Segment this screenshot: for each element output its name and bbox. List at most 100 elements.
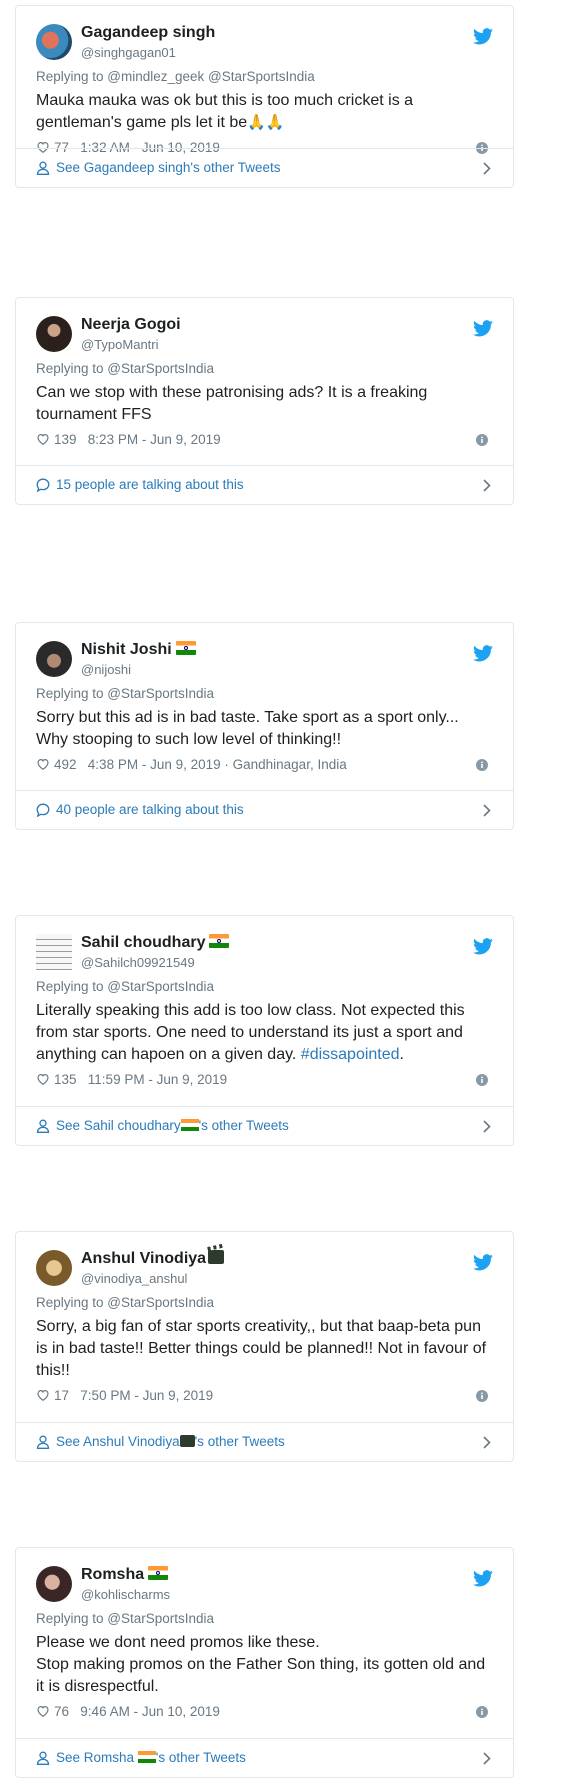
tweet-text: Can we stop with these patronising ads? … (36, 384, 428, 423)
footer-label: 40 people are talking about this (56, 802, 244, 817)
mention-link[interactable]: @mindlez_geek @StarSportsIndia (107, 69, 315, 84)
timestamp[interactable]: 9:46 AM - Jun 10, 2019 (80, 1704, 220, 1719)
india-flag-emoji (175, 641, 196, 655)
author-handle[interactable]: @vinodiya_anshul (81, 1271, 187, 1286)
replying-to: Replying to @StarSportsIndia (36, 979, 215, 994)
person-icon (36, 161, 50, 175)
heart-icon[interactable] (36, 757, 50, 771)
twitter-bird-icon[interactable] (473, 1254, 493, 1271)
author-name[interactable]: Anshul Vinodiya (81, 1250, 225, 1268)
replying-to: Replying to @mindlez_geek @StarSportsInd… (36, 69, 315, 84)
twitter-bird-icon[interactable] (473, 645, 493, 662)
tweet-meta: 135 11:59 PM - Jun 9, 2019 (36, 1068, 493, 1092)
avatar[interactable] (36, 1566, 72, 1602)
avatar[interactable] (36, 316, 72, 352)
chevron-right-icon (483, 1120, 491, 1133)
timestamp[interactable]: 7:50 PM - Jun 9, 2019 (80, 1388, 213, 1403)
footer-label: See Gagandeep singh's other Tweets (56, 160, 281, 175)
author-handle[interactable]: @singhgagan01 (81, 45, 176, 60)
twitter-bird-icon[interactable] (473, 28, 493, 45)
person-icon (36, 1119, 50, 1133)
see-other-tweets-link[interactable]: See Gagandeep singh's other Tweets (16, 148, 513, 187)
folded-hands-emoji: 🙏🙏 (247, 114, 285, 131)
author-handle[interactable]: @kohlischarms (81, 1587, 170, 1602)
footer-label: See Anshul Vinodiya's other Tweets (56, 1434, 285, 1449)
like-count: 17 (54, 1388, 70, 1403)
info-icon[interactable] (476, 759, 488, 771)
person-icon (36, 1751, 50, 1765)
hashtag-link[interactable]: #dissapointed (301, 1046, 400, 1063)
tweet-text: Please we dont need promos like these. S… (36, 1634, 486, 1695)
tweet-meta: 76 9:46 AM - Jun 10, 2019 (36, 1700, 493, 1724)
clapper-board-emoji (208, 1250, 225, 1264)
author-name[interactable]: Neerja Gogoi (81, 316, 181, 334)
tweet-meta: 139 8:23 PM - Jun 9, 2019 (36, 428, 493, 452)
comment-icon (36, 803, 50, 817)
avatar[interactable] (36, 1250, 72, 1286)
tweet-card[interactable]: Gagandeep singh @singhgagan01 Replying t… (15, 5, 514, 188)
heart-icon[interactable] (36, 1072, 50, 1086)
timestamp[interactable]: 8:23 PM - Jun 9, 2019 (88, 432, 221, 447)
author-handle[interactable]: @TypoMantri (81, 337, 159, 352)
info-icon[interactable] (476, 1074, 488, 1086)
author-handle[interactable]: @nijoshi (81, 662, 131, 677)
avatar[interactable] (36, 24, 72, 60)
like-count: 76 (54, 1704, 70, 1719)
tweet-card[interactable]: Sahil choudhary @Sahilch09921549 Replyin… (15, 915, 514, 1146)
tweet-text: Sorry, a big fan of star sports creativi… (36, 1318, 487, 1379)
footer-label: See Sahil choudhary's other Tweets (56, 1118, 289, 1133)
tweet-text: Literally speaking this add is too low c… (36, 1002, 465, 1063)
tweet-text: Mauka mauka was ok but this is too much … (36, 92, 414, 131)
chevron-right-icon (483, 162, 491, 175)
twitter-bird-icon[interactable] (473, 938, 493, 955)
tweet-card[interactable]: Anshul Vinodiya @vinodiya_anshul Replyin… (15, 1231, 514, 1462)
timestamp[interactable]: 4:38 PM - Jun 9, 2019 · Gandhinagar, Ind… (88, 757, 347, 772)
tweet-card[interactable]: Nishit Joshi @nijoshi Replying to @StarS… (15, 622, 514, 830)
author-name[interactable]: Sahil choudhary (81, 934, 230, 952)
twitter-bird-icon[interactable] (473, 320, 493, 337)
heart-icon[interactable] (36, 432, 50, 446)
info-icon[interactable] (476, 1706, 488, 1718)
twitter-bird-icon[interactable] (473, 1570, 493, 1587)
clapper-board-emoji (179, 1435, 195, 1447)
like-count: 139 (54, 432, 77, 447)
author-name[interactable]: Gagandeep singh (81, 24, 215, 42)
replying-to: Replying to @StarSportsIndia (36, 361, 215, 376)
tweet-meta: 17 7:50 PM - Jun 9, 2019 (36, 1384, 493, 1408)
author-name[interactable]: Nishit Joshi (81, 641, 196, 659)
like-count: 492 (54, 757, 77, 772)
chevron-right-icon (483, 479, 491, 492)
see-other-tweets-link[interactable]: See Sahil choudhary's other Tweets (16, 1106, 513, 1145)
india-flag-emoji (180, 1119, 199, 1131)
avatar[interactable] (36, 934, 72, 970)
heart-icon[interactable] (36, 1388, 50, 1402)
see-other-tweets-link[interactable]: See Romsha 's other Tweets (16, 1738, 513, 1777)
replying-to: Replying to @StarSportsIndia (36, 1611, 215, 1626)
info-icon[interactable] (476, 434, 488, 446)
india-flag-emoji (137, 1751, 156, 1763)
mention-link[interactable]: @StarSportsIndia (107, 361, 214, 376)
see-other-tweets-link[interactable]: See Anshul Vinodiya's other Tweets (16, 1422, 513, 1461)
conversation-link[interactable]: 15 people are talking about this (16, 465, 513, 504)
author-handle[interactable]: @Sahilch09921549 (81, 955, 195, 970)
mention-link[interactable]: @StarSportsIndia (107, 1611, 214, 1626)
tweet-card[interactable]: Neerja Gogoi @TypoMantri Replying to @St… (15, 297, 514, 505)
footer-label: See Romsha 's other Tweets (56, 1750, 246, 1765)
footer-label: 15 people are talking about this (56, 477, 244, 492)
avatar[interactable] (36, 641, 72, 677)
info-icon[interactable] (476, 1390, 488, 1402)
chevron-right-icon (483, 1436, 491, 1449)
mention-link[interactable]: @StarSportsIndia (107, 1295, 214, 1310)
tweet-card[interactable]: Romsha @kohlischarms Replying to @StarSp… (15, 1547, 514, 1778)
author-name[interactable]: Romsha (81, 1566, 169, 1584)
mention-link[interactable]: @StarSportsIndia (107, 686, 214, 701)
chevron-right-icon (483, 1752, 491, 1765)
heart-icon[interactable] (36, 1704, 50, 1718)
replying-to: Replying to @StarSportsIndia (36, 1295, 215, 1310)
chevron-right-icon (483, 804, 491, 817)
timestamp[interactable]: 11:59 PM - Jun 9, 2019 (88, 1072, 227, 1087)
tweet-meta: 492 4:38 PM - Jun 9, 2019 · Gandhinagar,… (36, 753, 493, 777)
conversation-link[interactable]: 40 people are talking about this (16, 790, 513, 829)
mention-link[interactable]: @StarSportsIndia (107, 979, 214, 994)
comment-icon (36, 478, 50, 492)
